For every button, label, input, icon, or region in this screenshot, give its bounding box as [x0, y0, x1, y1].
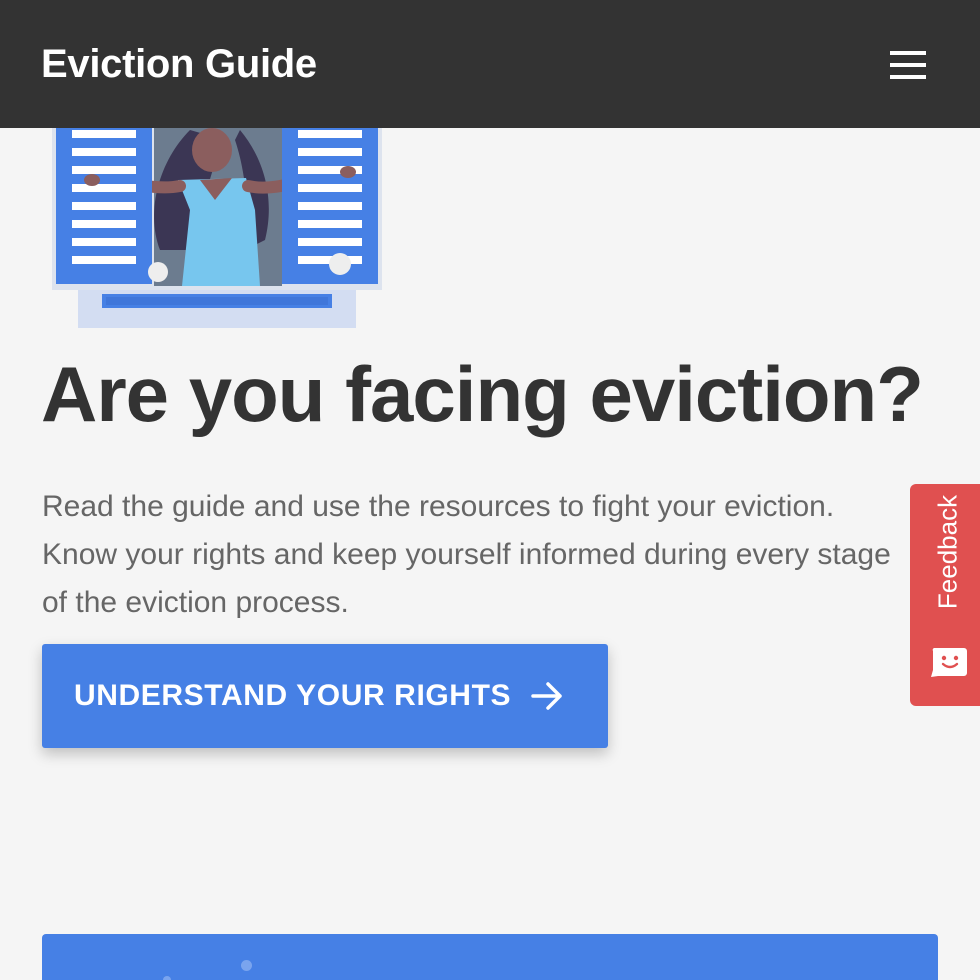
- intro-paragraph: Read the guide and use the resources to …: [42, 490, 891, 619]
- cta-label: UNDERSTAND YOUR RIGHTS: [74, 679, 512, 712]
- bottom-card: [42, 934, 938, 980]
- arrow-right-icon: [531, 682, 562, 710]
- hamburger-menu-icon[interactable]: [886, 46, 930, 84]
- menu-line: [890, 63, 926, 67]
- page: Eviction Guide Are you facing eviction? …: [0, 0, 980, 980]
- decorative-dot: [163, 976, 171, 980]
- understand-your-rights-button[interactable]: UNDERSTAND YOUR RIGHTS: [42, 644, 608, 748]
- feedback-label: Feedback: [932, 494, 963, 610]
- decorative-dot: [241, 960, 252, 971]
- menu-line: [890, 51, 926, 55]
- site-title[interactable]: Eviction Guide: [41, 40, 317, 88]
- chat-smile-icon: [931, 648, 967, 677]
- top-navigation-bar: Eviction Guide: [0, 0, 980, 128]
- page-headline: Are you facing eviction?: [41, 350, 924, 438]
- feedback-tab[interactable]: Feedback: [910, 484, 980, 706]
- menu-line: [890, 75, 926, 79]
- woman-at-window-illustration: [52, 100, 382, 328]
